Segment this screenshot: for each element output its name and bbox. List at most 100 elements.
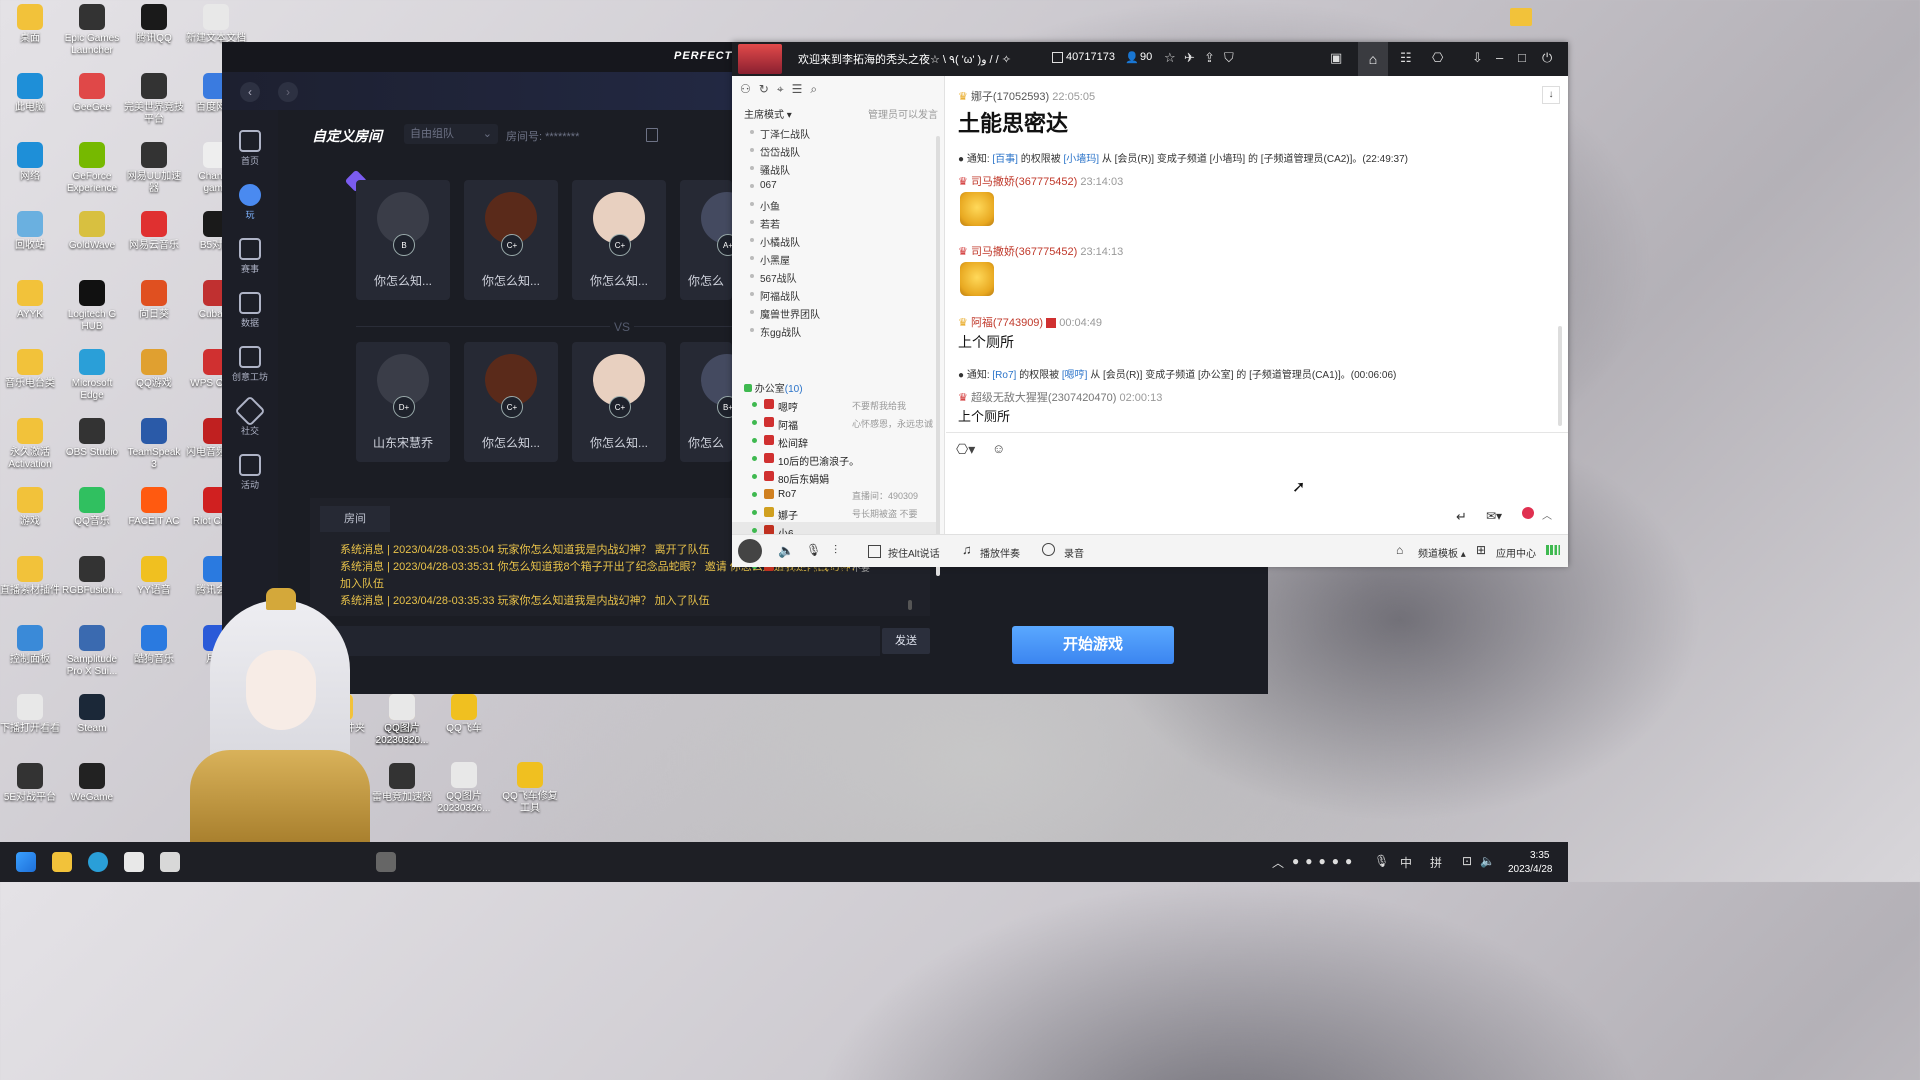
desktop-icon[interactable]: 网易云音乐 <box>124 211 184 252</box>
member-item[interactable]: 阿福 心怀感恩，永远忠诚 <box>732 414 936 432</box>
desktop-icon[interactable]: TeamSpeak 3 <box>124 418 184 471</box>
my-avatar[interactable] <box>738 539 762 563</box>
video-icon[interactable]: ▣ <box>1330 50 1342 66</box>
desktop-icon[interactable]: RGBFusion... <box>62 556 122 597</box>
desktop-icon[interactable]: 网络 <box>0 142 60 183</box>
desktop-icon[interactable]: OBS Studio <box>62 418 122 459</box>
desktop-icon[interactable]: GeeGee <box>62 73 122 114</box>
desktop-icon[interactable]: AYYK <box>0 280 60 321</box>
message-input-area[interactable]: ⎔▾ ☺ ➚ ↵ ✉▾ ︿ <box>946 432 1568 535</box>
tab-room[interactable]: 房间 <box>320 506 390 532</box>
player-slot[interactable]: B+ 你怎么 <box>680 342 753 462</box>
shield-icon[interactable]: ⛉ <box>1224 50 1234 66</box>
edge-icon[interactable] <box>88 852 108 872</box>
ai-assist-icon[interactable]: ☺ <box>992 441 1005 456</box>
player-slot[interactable]: A+ 你怎么 <box>680 180 753 300</box>
desktop-icon[interactable]: 游戏 <box>0 487 60 528</box>
channel-item[interactable]: 东gg战队 <box>749 324 801 339</box>
channel-item[interactable]: 小橘战队 <box>750 234 800 249</box>
start-game-button[interactable]: 开始游戏 <box>1012 626 1174 664</box>
desktop-icon[interactable]: QQ飞车 <box>434 694 494 735</box>
minimize-icon[interactable]: – <box>1496 50 1503 65</box>
member-item[interactable]: 娜子 号长期被盗 不要 <box>732 504 936 522</box>
share-icon[interactable]: ⇪ <box>1204 50 1215 66</box>
nav-data[interactable]: 数据 <box>228 292 272 329</box>
scroll-bottom-button[interactable]: ↓ <box>1542 86 1560 104</box>
member-item[interactable]: 松间辞 <box>732 432 936 450</box>
desktop-icon[interactable]: WeGame <box>62 763 122 804</box>
ime-mode[interactable]: 拼 <box>1430 854 1442 871</box>
desktop-icon[interactable]: 永久激活 Activation <box>0 418 60 471</box>
emoji-sticker[interactable] <box>960 192 994 226</box>
plane-icon[interactable]: ✈ <box>1184 50 1195 66</box>
desktop-icon[interactable]: Steam <box>62 694 122 735</box>
desktop-icon[interactable]: 网易UU加速器 <box>124 142 184 195</box>
refresh-icon[interactable]: ↻ <box>759 82 777 96</box>
desktop-icon[interactable]: 桌面 <box>0 4 60 45</box>
channel-item[interactable]: 魔兽世界团队 <box>750 306 820 321</box>
player-slot[interactable]: D+ 山东宋慧乔 <box>356 342 450 462</box>
folder-icon[interactable] <box>1510 8 1532 26</box>
tray-expand-icon[interactable]: ︿ <box>1272 854 1284 871</box>
perfect-world-icon[interactable] <box>376 852 396 872</box>
search-icon[interactable]: ⌕ <box>810 82 825 96</box>
nav-home[interactable]: 首页 <box>228 130 272 167</box>
desktop-icon[interactable]: GoldWave <box>62 211 122 252</box>
room-chat-scrollbar[interactable] <box>908 600 912 610</box>
layout-icon[interactable]: ☷ <box>1400 50 1412 66</box>
desktop-icon[interactable]: QQ图片 20230326... <box>434 762 494 815</box>
speaker-icon[interactable]: 🔈 <box>778 543 794 559</box>
channel-item[interactable]: 丁泽仁战队 <box>750 126 810 141</box>
nav-activity[interactable]: 活动 <box>228 454 272 491</box>
expand-icon[interactable]: ︿ <box>1542 507 1552 522</box>
nav-social[interactable]: 社交 <box>228 395 272 437</box>
chat-bubble-icon[interactable]: ✉▾ <box>1486 509 1502 523</box>
ptt-checkbox[interactable] <box>868 545 881 558</box>
emoji-button-icon[interactable]: ⎔▾ <box>956 441 975 458</box>
forward-button[interactable]: › <box>278 82 298 102</box>
desktop-icon[interactable]: FACEIT AC <box>124 487 184 528</box>
app-grid-icon[interactable]: ⊞ <box>1476 543 1486 557</box>
desktop-icon[interactable]: 5E对战平台 <box>0 763 60 804</box>
record-label[interactable]: 录音 <box>1064 545 1084 560</box>
mic-icon[interactable]: 🎙 <box>806 543 821 557</box>
channel-item[interactable]: 骚战队 <box>750 162 790 177</box>
desktop-icon[interactable]: GeForce Experience <box>62 142 122 195</box>
home-button[interactable]: ⌂ <box>1358 42 1388 76</box>
copy-icon[interactable] <box>646 128 658 142</box>
desktop-icon[interactable]: QQ音乐 <box>62 487 122 528</box>
music-icon[interactable]: ♫ <box>962 542 972 557</box>
record-icon[interactable] <box>1042 543 1055 556</box>
desktop-icon[interactable]: 回收站 <box>0 211 60 252</box>
nav-play[interactable]: 玩 <box>228 184 272 221</box>
start-icon[interactable] <box>16 852 36 872</box>
desktop-icon[interactable]: QQ游戏 <box>124 349 184 390</box>
channel-item[interactable]: 567战队 <box>750 270 797 285</box>
network-icon[interactable]: ⊡ <box>1462 854 1472 868</box>
gamepad-icon[interactable]: ⎔ <box>1432 50 1443 66</box>
channel-item[interactable]: 若若 <box>750 216 780 231</box>
favorite-icon[interactable]: ☆ <box>1164 50 1176 66</box>
clock-date[interactable]: 2023/4/28 <box>1508 864 1553 875</box>
office-channel[interactable]: 办公室(10) <box>744 380 803 395</box>
desktop-icon[interactable]: 向日葵 <box>124 280 184 321</box>
nav-workshop[interactable]: 创意工坊 <box>228 346 272 383</box>
desktop-icon[interactable]: Samplitude Pro X Sui... <box>62 625 122 678</box>
app-icon[interactable] <box>160 852 180 872</box>
player-slot[interactable]: C+ 你怎么知... <box>464 180 558 300</box>
close-icon[interactable]: ⏻ <box>1542 50 1552 66</box>
store-icon[interactable] <box>124 852 144 872</box>
user-icon[interactable]: ⚇ <box>740 82 759 96</box>
tray-app-icons[interactable]: ●●●●● <box>1292 854 1358 868</box>
mixer-icon[interactable]: ⫶ <box>834 543 837 558</box>
channel-item[interactable]: 067 <box>750 180 777 191</box>
template-icon[interactable]: ⌂ <box>1396 543 1403 557</box>
player-slot[interactable]: B 你怎么知... <box>356 180 450 300</box>
file-explorer-icon[interactable] <box>52 852 72 872</box>
desktop-icon[interactable]: 音乐电台类 <box>0 349 60 390</box>
enter-send-icon[interactable]: ↵ <box>1456 509 1467 525</box>
player-slot[interactable]: C+ 你怎么知... <box>572 342 666 462</box>
player-slot[interactable]: C+ 你怎么知... <box>572 180 666 300</box>
clock-time[interactable]: 3:35 <box>1530 850 1549 861</box>
send-button[interactable]: 发送 <box>882 628 930 654</box>
